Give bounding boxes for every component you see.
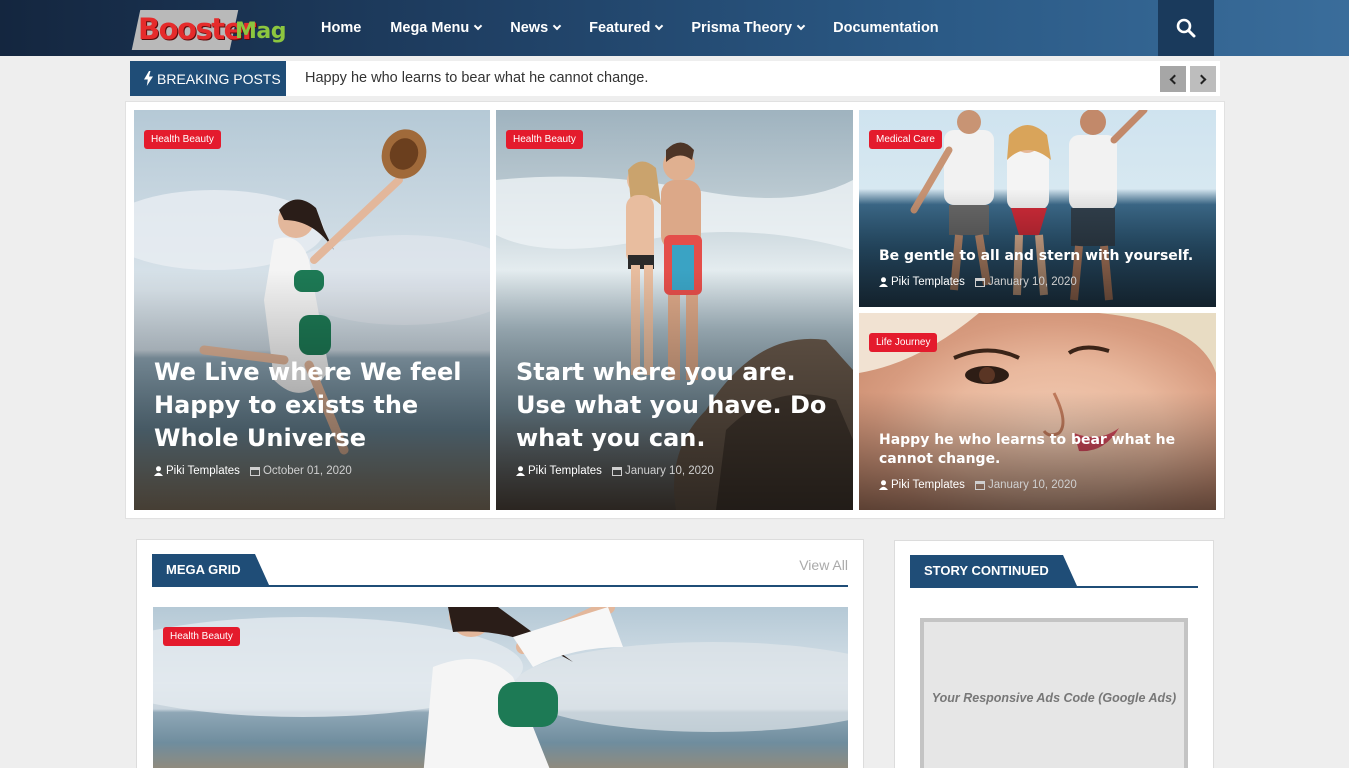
- featured-card-2[interactable]: Health Beauty Start where you are. Use w…: [496, 110, 853, 510]
- user-icon: [879, 277, 888, 287]
- chevron-left-icon: [1169, 74, 1180, 84]
- nav-news[interactable]: News: [500, 20, 562, 36]
- post-meta: Piki Templates January 10, 2020: [879, 479, 1077, 491]
- nav-prisma-theory[interactable]: Prisma Theory: [681, 20, 806, 36]
- site-logo[interactable]: Booster Mag: [131, 10, 287, 50]
- post-date: January 10, 2020: [611, 465, 714, 477]
- ad-placeholder[interactable]: Your Responsive Ads Code (Google Ads): [920, 618, 1188, 768]
- post-title[interactable]: Start where you are. Use what you have. …: [516, 356, 835, 455]
- nav-home-label: Home: [321, 20, 362, 36]
- nav-mega-menu-label: Mega Menu: [390, 20, 470, 36]
- featured-card-4[interactable]: Life Journey Happy he who learns to bear…: [859, 313, 1216, 510]
- chevron-down-icon: [655, 21, 664, 31]
- nav-documentation[interactable]: Documentation: [823, 20, 939, 36]
- category-tag[interactable]: Health Beauty: [163, 627, 240, 646]
- post-title[interactable]: Happy he who learns to bear what he cann…: [879, 431, 1198, 469]
- mega-grid-first-post[interactable]: Health Beauty: [153, 607, 848, 768]
- breaking-posts-bar: BREAKING POSTS Happy he who learns to be…: [130, 61, 1220, 96]
- post-date: January 10, 2020: [974, 479, 1077, 491]
- calendar-icon: [611, 467, 622, 476]
- mega-grid-panel: MEGA GRID View All Health Beauty: [136, 539, 864, 768]
- nav-mega-menu[interactable]: Mega Menu: [380, 20, 483, 36]
- post-author[interactable]: Piki Templates: [528, 465, 602, 477]
- calendar-icon: [974, 481, 985, 490]
- nav-documentation-label: Documentation: [833, 20, 939, 36]
- post-date-text: January 10, 2020: [987, 479, 1077, 491]
- featured-posts-grid: Health Beauty We Live where We feel Happ…: [125, 101, 1225, 519]
- main-menu: Home Mega Menu News Featured Prisma Theo…: [312, 0, 958, 56]
- post-meta: Piki Templates October 01, 2020: [154, 465, 352, 477]
- post-date-text: October 01, 2020: [262, 465, 352, 477]
- post-date-text: January 10, 2020: [987, 276, 1077, 288]
- post-date: October 01, 2020: [249, 465, 352, 477]
- post-author[interactable]: Piki Templates: [891, 276, 965, 288]
- post-title[interactable]: We Live where We feel Happy to exists th…: [154, 356, 472, 455]
- post-author[interactable]: Piki Templates: [891, 479, 965, 491]
- breaking-posts-title: BREAKING POSTS: [157, 70, 281, 87]
- calendar-icon: [249, 467, 260, 476]
- chevron-down-icon: [474, 21, 483, 31]
- breaking-prev-button[interactable]: [1160, 66, 1186, 92]
- post-date: January 10, 2020: [974, 276, 1077, 288]
- chevron-down-icon: [552, 21, 562, 31]
- story-continued-header: STORY CONTINUED: [910, 555, 1198, 588]
- featured-card-1[interactable]: Health Beauty We Live where We feel Happ…: [134, 110, 490, 510]
- post-date-text: January 10, 2020: [624, 465, 714, 477]
- post-author[interactable]: Piki Templates: [166, 465, 240, 477]
- post-meta: Piki Templates January 10, 2020: [879, 276, 1077, 288]
- post-meta: Piki Templates January 10, 2020: [516, 465, 714, 477]
- top-navigation-bar: Booster Mag Home Mega Menu News Featured…: [0, 0, 1349, 56]
- user-icon: [516, 466, 525, 476]
- category-tag[interactable]: Health Beauty: [144, 130, 221, 149]
- nav-prisma-theory-label: Prisma Theory: [691, 20, 793, 36]
- nav-featured-label: Featured: [589, 20, 651, 36]
- search-icon: [1176, 18, 1196, 38]
- logo-text-mag: Mag: [235, 19, 287, 44]
- featured-card-3[interactable]: Medical Care Be gentle to all and stern …: [859, 110, 1216, 307]
- post-title[interactable]: Be gentle to all and stern with yourself…: [879, 247, 1198, 266]
- search-button[interactable]: [1158, 0, 1214, 56]
- story-continued-title: STORY CONTINUED: [910, 555, 1077, 586]
- breaking-post-link[interactable]: Happy he who learns to bear what he cann…: [305, 70, 648, 86]
- breaking-next-button[interactable]: [1190, 66, 1216, 92]
- nav-featured[interactable]: Featured: [579, 20, 664, 36]
- mega-grid-title: MEGA GRID: [152, 554, 269, 585]
- breaking-posts-label: BREAKING POSTS: [130, 61, 286, 96]
- category-tag[interactable]: Health Beauty: [506, 130, 583, 149]
- user-icon: [154, 466, 163, 476]
- mega-grid-header: MEGA GRID View All: [152, 554, 848, 587]
- category-tag[interactable]: Life Journey: [869, 333, 938, 352]
- chevron-down-icon: [796, 21, 806, 31]
- user-icon: [879, 480, 888, 490]
- post-image: [153, 607, 848, 768]
- nav-home[interactable]: Home: [312, 20, 361, 36]
- nav-news-label: News: [510, 20, 549, 36]
- story-continued-panel: STORY CONTINUED Your Responsive Ads Code…: [894, 540, 1214, 768]
- category-tag[interactable]: Medical Care: [869, 130, 942, 149]
- view-all-link[interactable]: View All: [799, 557, 848, 573]
- bolt-icon: [144, 71, 153, 86]
- ad-placeholder-text: Your Responsive Ads Code (Google Ads): [931, 691, 1177, 705]
- calendar-icon: [974, 278, 985, 287]
- chevron-right-icon: [1196, 74, 1207, 84]
